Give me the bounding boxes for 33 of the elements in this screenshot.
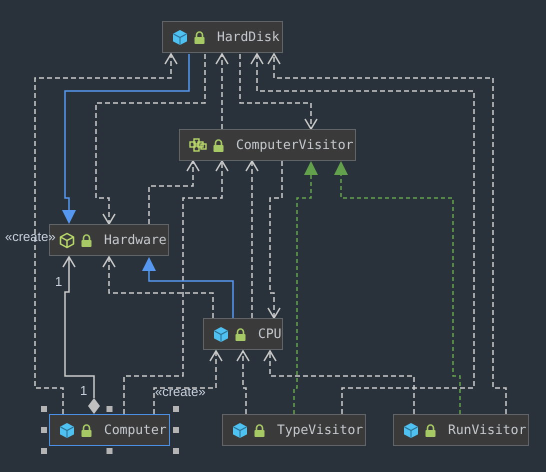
selection-handle[interactable]: [41, 406, 47, 412]
lock-icon: [235, 328, 246, 340]
class-name: CPU: [258, 326, 282, 342]
cube-icon: [172, 28, 188, 46]
selection-handle[interactable]: [106, 406, 112, 412]
stereotype-label: «create»: [155, 384, 206, 399]
selection-handle[interactable]: [106, 448, 112, 454]
class-name: RunVisitor: [448, 422, 526, 438]
class-name: ComputerVisitor: [236, 138, 354, 152]
lock-icon: [254, 424, 265, 436]
cube-icon: [213, 326, 229, 342]
lock-icon: [81, 234, 92, 246]
lock-icon: [425, 424, 436, 436]
blocks-icon: [189, 138, 207, 152]
cube-icon: [232, 422, 248, 438]
lock-icon: [213, 138, 224, 152]
stereotype-label: «create»: [5, 229, 56, 244]
class-name: HardDisk: [217, 30, 280, 44]
selection-handle[interactable]: [41, 427, 47, 433]
selection-handle[interactable]: [173, 406, 179, 412]
selection-handle[interactable]: [41, 448, 47, 454]
cube-icon: [59, 232, 75, 248]
cube-icon: [403, 422, 419, 438]
cube-icon: [59, 422, 75, 438]
class-name: Computer: [104, 422, 167, 438]
lock-icon: [194, 30, 205, 44]
multiplicity-label: 1: [55, 274, 62, 289]
lock-icon: [81, 424, 92, 436]
class-name: Hardware: [104, 232, 167, 248]
class-name: TypeVisitor: [277, 422, 364, 438]
selection-handle[interactable]: [173, 427, 179, 433]
selection-handle[interactable]: [173, 448, 179, 454]
multiplicity-label: 1: [80, 383, 88, 398]
